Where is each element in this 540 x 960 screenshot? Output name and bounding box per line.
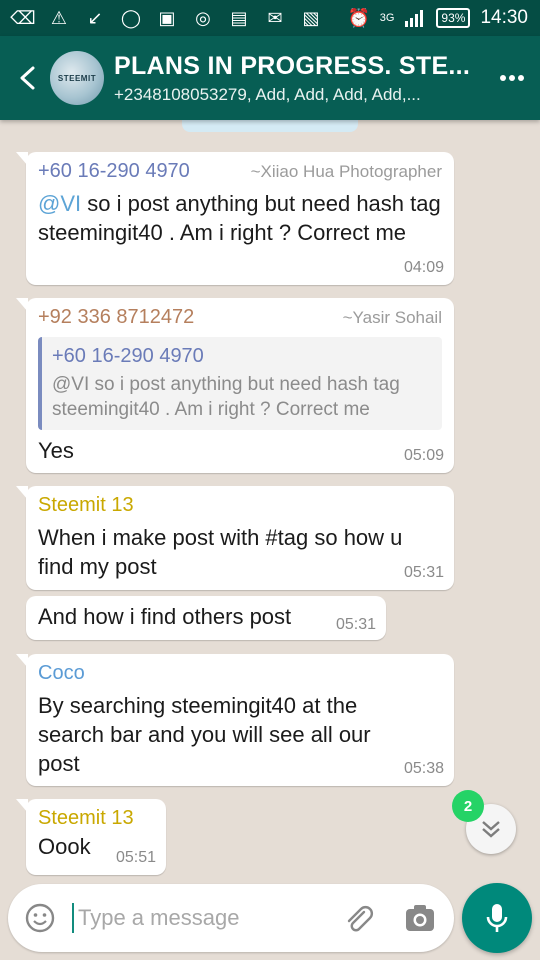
notification-icons: ⌫ ⚠ ↙ ◯ ▣ ◎ ▤ ✉ ▧ [10, 7, 322, 29]
message-sender[interactable]: Steemit 13 [38, 807, 134, 830]
signal-icon [404, 7, 426, 29]
system-icons: ⏰ 3G 93% 14:30 [348, 7, 528, 29]
message-time: 05:51 [115, 849, 156, 866]
message-text: By searching steemingit40 at the search … [38, 693, 371, 776]
message-bubble[interactable]: +60 16-290 4970 ~Xiiao Hua Photographer … [16, 152, 454, 285]
message-input[interactable]: Type a message [72, 903, 338, 933]
message-alias: ~Yasir Sohail [342, 308, 442, 327]
emoji-button[interactable] [22, 900, 58, 936]
missed-call-icon: ↙ [87, 7, 103, 28]
alarm-icon: ⏰ [347, 7, 370, 28]
message-text: @VI so i post anything but need hash tag… [38, 191, 441, 245]
message-bubble[interactable]: +92 336 8712472 ~Yasir Sohail +60 16-290… [16, 298, 454, 473]
message-time: 05:31 [335, 616, 376, 633]
warning-icon: ⚠ [50, 7, 68, 28]
back-button[interactable] [6, 48, 50, 108]
group-info[interactable]: PLANS IN PROGRESS. STE... +2348108053279… [114, 52, 484, 105]
message-bubble[interactable]: And how i find others post 05:31 [26, 596, 386, 640]
message-list[interactable]: +60 16-290 4970 ~Xiiao Hua Photographer … [0, 120, 540, 880]
quoted-message[interactable]: +60 16-290 4970 @VI so i post anything b… [38, 337, 442, 430]
message-alias: ~Xiiao Hua Photographer [250, 162, 442, 181]
overflow-menu-button[interactable] [484, 48, 540, 108]
message-sender[interactable]: +92 336 8712472 [38, 306, 194, 329]
avatar-label: STEEMIT [57, 73, 97, 83]
image-icon: ▧ [302, 7, 320, 28]
attach-button[interactable] [338, 898, 378, 938]
camera-icon [406, 905, 434, 931]
message-time: 05:38 [403, 760, 444, 777]
clock: 14:30 [480, 7, 528, 28]
microphone-icon [486, 904, 508, 932]
message-time: 05:31 [403, 564, 444, 581]
group-title: PLANS IN PROGRESS. STE... [114, 51, 471, 80]
battery-indicator: 93% [436, 8, 471, 28]
message-time: 05:09 [403, 447, 444, 464]
more-vert-icon [500, 75, 524, 81]
message-text: Yes [38, 438, 74, 463]
back-key-icon: ⌫ [10, 7, 36, 28]
app-icon: ▣ [158, 7, 176, 28]
instagram-icon: ◎ [195, 7, 211, 28]
quoted-sender: +60 16-290 4970 [52, 345, 204, 367]
date-chip [182, 120, 358, 132]
group-avatar[interactable]: STEEMIT [50, 51, 104, 105]
mention-link[interactable]: @VI [38, 191, 81, 216]
group-participants: +2348108053279, Add, Add, Add, Add,... [114, 84, 421, 104]
message-sender[interactable]: +60 16-290 4970 [38, 160, 190, 183]
camera-button[interactable] [400, 898, 440, 938]
message-time: 04:09 [403, 259, 444, 276]
message-bubble[interactable]: Coco By searching steemingit40 at the se… [16, 654, 454, 786]
paperclip-icon [347, 906, 373, 932]
message-text: When i make post with #tag so how u find… [38, 525, 403, 579]
chat-header: STEEMIT PLANS IN PROGRESS. STE... +23481… [0, 36, 540, 120]
compose-bar: Type a message [8, 884, 454, 952]
arrow-left-icon [20, 66, 35, 90]
file-icon: ▤ [230, 7, 248, 28]
quoted-text: @VI so i post anything but need hash tag… [52, 374, 400, 420]
whatsapp-icon: ◯ [120, 7, 142, 28]
message-sender[interactable]: Coco [38, 662, 85, 685]
network-type: 3G [379, 12, 395, 24]
message-sender[interactable]: Steemit 13 [38, 494, 134, 517]
message-bubble[interactable]: Steemit 13 When i make post with #tag so… [16, 486, 454, 590]
chevron-double-down-icon [482, 821, 500, 838]
smiley-icon [25, 903, 55, 933]
message-bubble[interactable]: Steemit 13 Oook 05:51 [16, 799, 166, 875]
gmail-icon: ✉ [267, 7, 283, 28]
status-bar: ⌫ ⚠ ↙ ◯ ▣ ◎ ▤ ✉ ▧ ⏰ 3G 93% 14:30 [0, 0, 540, 36]
message-text: And how i find others post [38, 604, 292, 629]
voice-record-button[interactable] [462, 883, 532, 953]
unread-count-badge: 2 [452, 790, 484, 822]
